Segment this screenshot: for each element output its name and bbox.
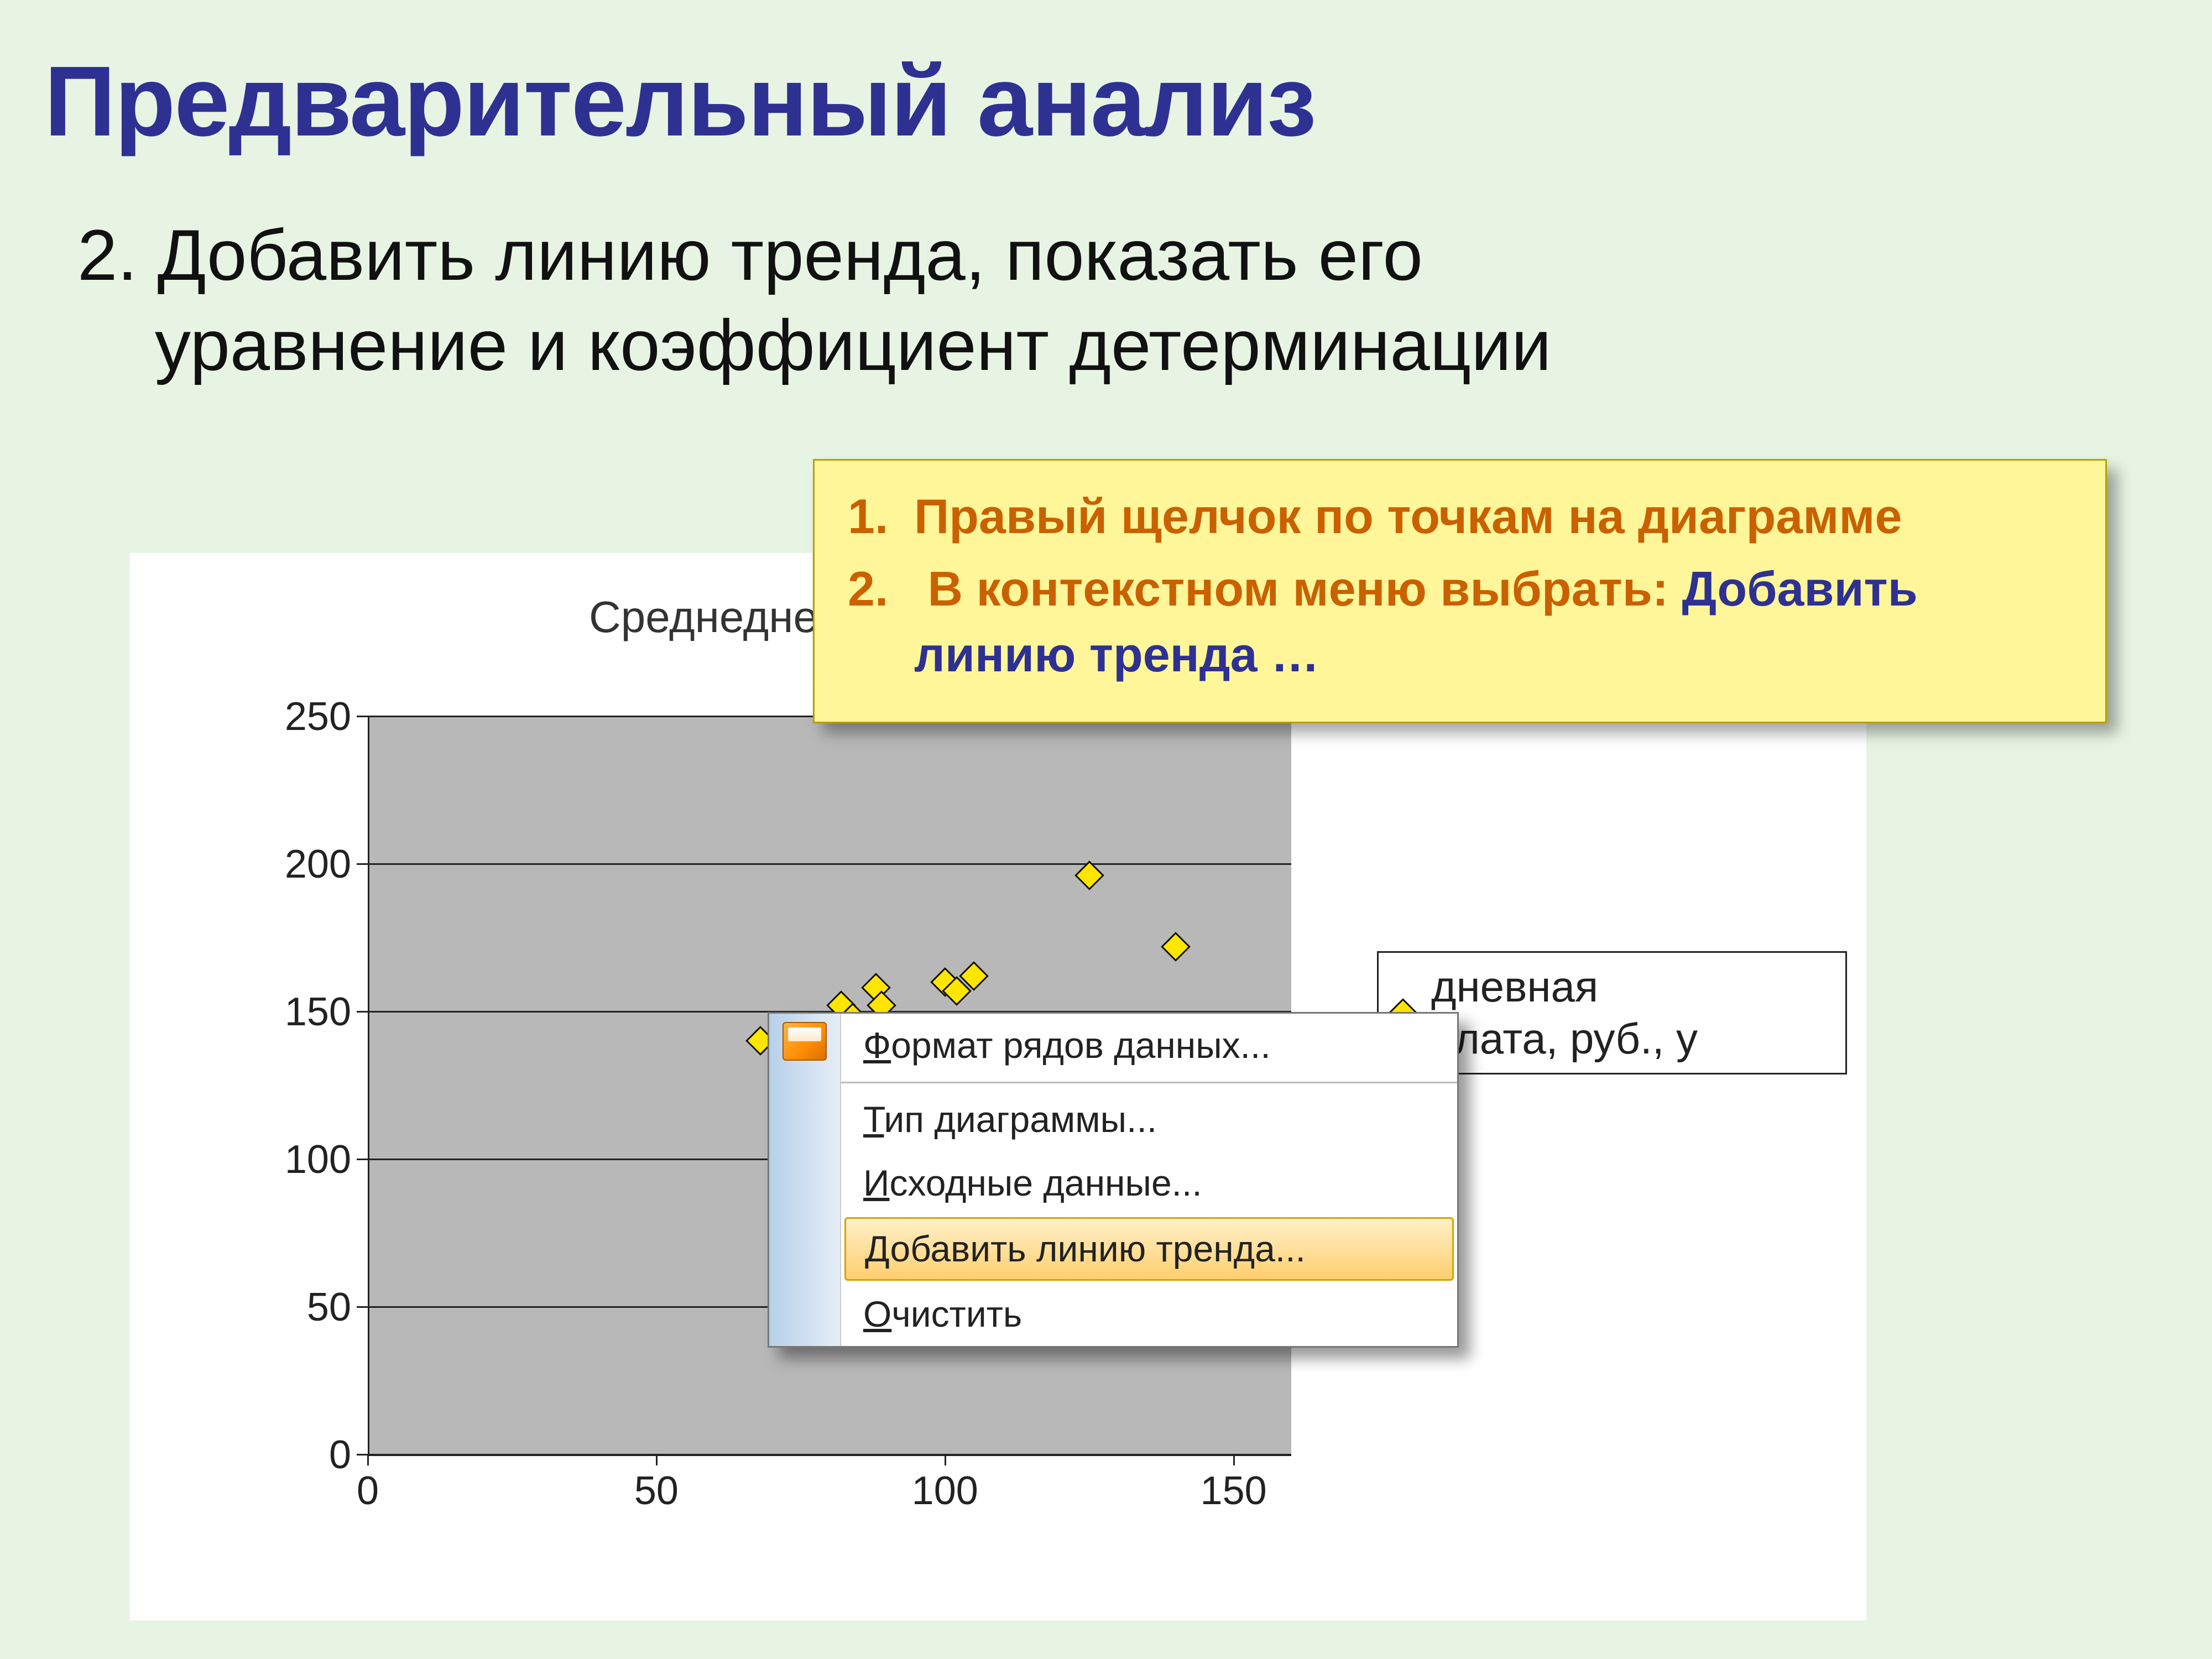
slide-title: Предварительный анализ <box>44 44 1315 159</box>
y-axis-tick-label: 50 <box>263 1285 351 1330</box>
y-axis-tick-label: 250 <box>263 694 351 739</box>
instruction-line-2: уравнение и коэффициент детерминации <box>155 300 1551 390</box>
x-axis-tick <box>656 1454 658 1465</box>
chart-title: Среднедне <box>589 592 818 643</box>
menu-clear[interactable]: Очистить <box>841 1282 1457 1346</box>
y-axis-tick-label: 150 <box>263 989 351 1035</box>
menu-add-trendline[interactable]: Добавить линию тренда... <box>844 1217 1454 1281</box>
x-axis-tick-label: 50 <box>634 1468 679 1514</box>
instruction-callout: Правый щелчок по точкам на диаграмме В к… <box>813 459 2107 723</box>
instruction-line-1: 2. Добавить линию тренда, показать его <box>77 210 1551 300</box>
x-axis-tick-label: 150 <box>1201 1468 1267 1514</box>
legend-text-line2: плата, руб., y <box>1431 1014 1698 1063</box>
x-axis-tick <box>1233 1454 1235 1465</box>
x-axis <box>368 1454 1291 1456</box>
y-axis-tick <box>357 1011 368 1013</box>
legend-text-line1: дневная <box>1431 962 1598 1011</box>
y-axis <box>368 716 369 1454</box>
context-menu: Формат рядов данных... Тип диаграммы... … <box>768 1012 1459 1348</box>
y-axis-tick-label: 100 <box>263 1137 351 1182</box>
callout-step-2: В контекстном меню выбрать: Добавить лин… <box>848 556 2072 688</box>
x-axis-tick <box>945 1454 946 1465</box>
instruction-text: 2. Добавить линию тренда, показать его у… <box>77 210 1551 390</box>
format-series-icon <box>782 1022 827 1061</box>
y-axis-tick <box>357 716 368 717</box>
menu-format-series[interactable]: Формат рядов данных... <box>841 1014 1457 1077</box>
y-axis-tick <box>357 1454 368 1455</box>
y-axis-tick-label: 200 <box>263 842 351 887</box>
y-axis-tick <box>357 1159 368 1160</box>
menu-source-data[interactable]: Исходные данные... <box>841 1151 1457 1215</box>
menu-separator <box>841 1082 1457 1083</box>
y-axis-tick-label: 0 <box>263 1432 351 1478</box>
x-axis-tick-label: 100 <box>912 1468 978 1514</box>
gridline <box>368 863 1291 865</box>
context-menu-icon-strip <box>769 1014 841 1346</box>
y-axis-tick <box>357 1306 368 1308</box>
x-axis-tick-label: 0 <box>357 1468 379 1514</box>
menu-chart-type[interactable]: Тип диаграммы... <box>841 1088 1457 1151</box>
x-axis-tick <box>367 1454 369 1465</box>
callout-step-1: Правый щелчок по точкам на диаграмме <box>848 484 2072 550</box>
y-axis-tick <box>357 863 368 865</box>
